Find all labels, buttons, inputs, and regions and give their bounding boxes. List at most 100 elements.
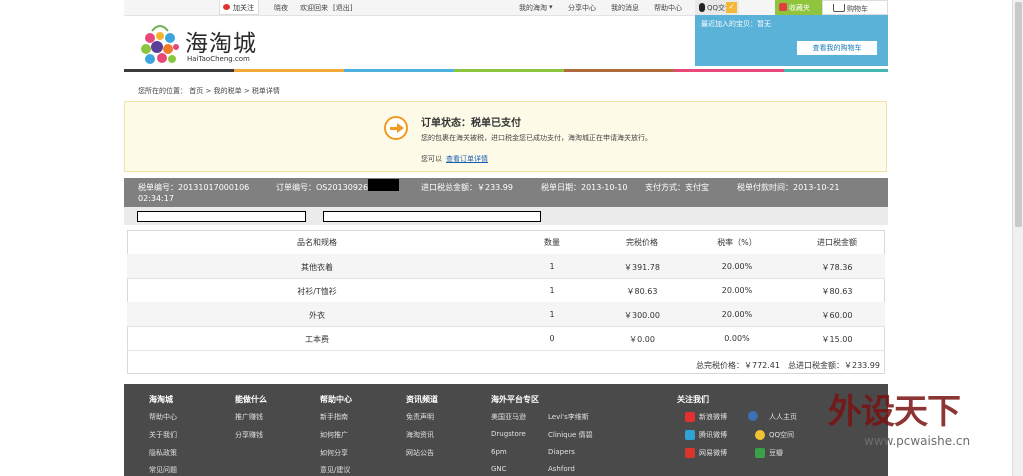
col-header-tax: 进口税金额 xyxy=(817,238,857,247)
social-link[interactable]: 豆瓣 xyxy=(769,448,783,458)
cell-price: ￥0.00 xyxy=(629,335,655,344)
social-link[interactable]: 网易微博 xyxy=(699,448,727,458)
my-messages-link[interactable]: 我的消息 xyxy=(611,3,639,13)
qq-chat-button[interactable]: QQ交谈 ✓ xyxy=(695,0,739,15)
table-header-row: 品名和规格 数量 完税价格 税率（%） 进口税金额 xyxy=(127,237,885,253)
footer-link[interactable]: Levi's李维斯 xyxy=(548,412,589,422)
my-haitao-menu[interactable]: 我的海淘 xyxy=(519,3,547,13)
breadcrumb-my-tax[interactable]: 我的税单 xyxy=(214,87,242,95)
cell-tax: ￥80.63 xyxy=(821,287,853,296)
footer: 海淘城 帮助中心 关于我们 隐私政策 常见问题 能做什么 推广赚钱 分享赚钱 帮… xyxy=(124,384,888,476)
breadcrumb-prefix: 您所在的位置： xyxy=(138,87,187,95)
top-bar: 加关注 晓夜 欢迎回来 [退出] 我的海淘 ▾ 分享中心 我的消息 帮助中心 Q… xyxy=(124,0,888,16)
breadcrumb-home[interactable]: 首页 xyxy=(189,87,203,95)
cell-tax: ￥60.00 xyxy=(821,311,853,320)
view-order-detail-link[interactable]: 查看订单详情 xyxy=(446,155,488,163)
username: 晓夜 xyxy=(274,4,288,12)
tencent-weibo-icon xyxy=(685,430,695,440)
cell-name: 外衣 xyxy=(309,311,325,320)
footer-col-head: 资讯频道 xyxy=(406,395,438,404)
favorites-button[interactable]: 收藏夹 xyxy=(775,0,822,15)
help-center-link[interactable]: 帮助中心 xyxy=(654,3,682,13)
footer-link[interactable]: 免责声明 xyxy=(406,412,434,422)
cell-rate: 20.00% xyxy=(721,262,753,271)
footer-col-head: 能做什么 xyxy=(235,395,267,404)
col-header-qty: 数量 xyxy=(544,238,560,247)
cell-qty: 1 xyxy=(549,286,555,295)
breadcrumb-detail: 税单详情 xyxy=(251,87,280,95)
favorites-label: 收藏夹 xyxy=(789,4,810,12)
footer-link[interactable]: 网站公告 xyxy=(406,448,434,458)
qzone-icon xyxy=(755,430,765,440)
logout-link[interactable]: [退出] xyxy=(333,3,352,13)
cart-label: 购物车 xyxy=(847,5,868,13)
watermark-text: 外设天下 xyxy=(828,392,961,432)
cart-button[interactable]: 购物车 xyxy=(822,0,888,15)
footer-link[interactable]: 意见/建议 xyxy=(320,465,350,475)
cell-price: ￥80.63 xyxy=(626,287,658,296)
cell-qty: 1 xyxy=(549,310,555,319)
table-row: 其他衣着 1 ￥391.78 20.00% ￥78.36 xyxy=(127,254,885,279)
cell-price: ￥391.78 xyxy=(624,263,660,272)
breadcrumb-sep: > xyxy=(205,87,212,95)
cell-qty: 1 xyxy=(549,262,555,271)
footer-follow-head: 关注我们 xyxy=(677,395,709,404)
status-view-prefix: 您可以 xyxy=(421,155,442,163)
logo-name: 海淘城 xyxy=(185,31,257,57)
total-dutiable-price: 总完税价格：￥772.41 xyxy=(696,361,780,370)
footer-link[interactable]: 6pm xyxy=(491,448,507,456)
footer-link[interactable]: 帮助中心 xyxy=(149,412,177,422)
tax-number: 税单编号：20131017000106 xyxy=(138,183,250,192)
social-link[interactable]: QQ空间 xyxy=(769,430,794,440)
social-link[interactable]: 新浪微博 xyxy=(699,412,727,422)
order-status-box: 订单状态：税单已支付 您的包裹在海关被税，进口税金您已成功支付，海淘城正在申请海… xyxy=(124,101,887,172)
col-header-name: 品名和规格 xyxy=(297,238,337,247)
table-totals: 总完税价格：￥772.41 总进口税金额：￥233.99 xyxy=(124,358,884,372)
site-logo[interactable]: 海淘城 HaiTaoCheng.com xyxy=(138,18,268,68)
breadcrumb: 您所在的位置： 首页 > 我的税单 > 税单详情 xyxy=(138,86,280,96)
cell-tax: ￥78.36 xyxy=(821,263,853,272)
cell-rate: 20.00% xyxy=(721,286,753,295)
share-center-link[interactable]: 分享中心 xyxy=(568,3,596,13)
page-scrollbar[interactable] xyxy=(1012,0,1023,476)
footer-link[interactable]: 常见问题 xyxy=(149,465,177,475)
social-link[interactable]: 人人主页 xyxy=(769,412,797,422)
footer-link[interactable]: 如何推广 xyxy=(320,430,348,440)
sina-weibo-icon xyxy=(685,412,695,422)
payment-method: 支付方式：支付宝 xyxy=(645,183,709,192)
footer-link[interactable]: 关于我们 xyxy=(149,430,177,440)
view-cart-button[interactable]: 查看我的购物车 xyxy=(797,41,877,55)
cart-panel: 最近加入的宝贝：暂无 查看我的购物车 xyxy=(695,15,888,66)
redacted-recipient xyxy=(137,211,306,222)
footer-link[interactable]: 分享赚钱 xyxy=(235,430,263,440)
footer-link[interactable]: Diapers xyxy=(548,448,575,456)
arrow-right-circle-icon xyxy=(384,116,408,140)
footer-link[interactable]: Ashford xyxy=(548,465,575,473)
footer-link[interactable]: Drugstore xyxy=(491,430,526,438)
footer-link[interactable]: Clinique 倩碧 xyxy=(548,430,593,440)
footer-link[interactable]: GNC xyxy=(491,465,507,473)
scrollbar-thumb[interactable] xyxy=(1015,2,1022,227)
footer-link[interactable]: 新手指南 xyxy=(320,412,348,422)
footer-link[interactable]: 如何分享 xyxy=(320,448,348,458)
tax-info-bar: 税单编号：20131017000106 订单编号：OS20130926 进口税总… xyxy=(124,178,888,207)
cell-qty: 0 xyxy=(549,334,555,343)
tax-date: 税单日期：2013-10-10 xyxy=(541,183,628,192)
footer-link[interactable]: 海淘资讯 xyxy=(406,430,434,440)
footer-col-head: 海淘城 xyxy=(149,395,173,404)
footer-col-head: 海外平台专区 xyxy=(491,395,539,404)
qq-check-icon: ✓ xyxy=(726,2,737,13)
footer-link[interactable]: 美国亚马逊 xyxy=(491,412,526,422)
recipient-bar xyxy=(124,207,888,225)
col-header-price: 完税价格 xyxy=(626,238,658,247)
redacted-address xyxy=(323,211,541,222)
footer-link[interactable]: 推广赚钱 xyxy=(235,412,263,422)
col-header-rate: 税率（%） xyxy=(717,238,757,247)
weibo-icon xyxy=(223,4,230,10)
payment-time-clock: 02:34:17 xyxy=(138,194,174,203)
footer-link[interactable]: 隐私政策 xyxy=(149,448,177,458)
breadcrumb-sep: > xyxy=(243,87,250,95)
follow-weibo-button[interactable]: 加关注 xyxy=(219,0,259,15)
social-link[interactable]: 腾讯微博 xyxy=(699,430,727,440)
order-number: 订单编号：OS20130926 xyxy=(276,183,369,192)
